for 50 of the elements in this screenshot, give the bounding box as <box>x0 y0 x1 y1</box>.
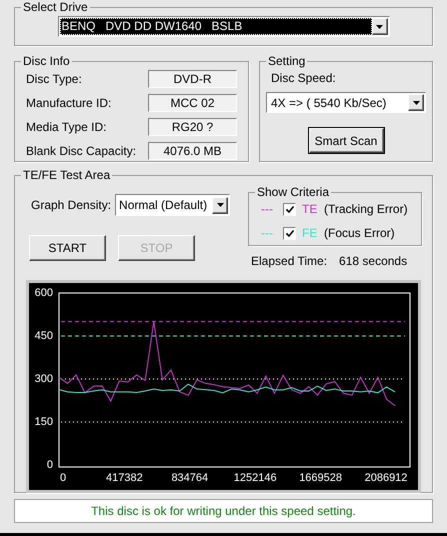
axis-label: 1252146 <box>234 472 277 484</box>
series-code: FE <box>302 225 318 242</box>
axis-label: 300 <box>34 373 53 385</box>
axis-label: 0 <box>60 472 66 484</box>
dropdown-arrow-button[interactable] <box>408 94 424 111</box>
group-title: Show Criteria <box>256 185 330 199</box>
value-field: RG20 ? <box>148 118 237 136</box>
speed-dropdown[interactable]: 4X => ( 5540 Kb/Sec) <box>266 92 426 113</box>
axis-label: 417382 <box>106 472 143 484</box>
density-label: Graph Density: <box>31 197 112 214</box>
caret-icon <box>216 203 224 207</box>
field-label: Blank Disc Capacity: <box>26 143 138 160</box>
speed-label: Disc Speed: <box>271 70 337 87</box>
elapsed-label: Elapsed Time: <box>251 253 328 270</box>
legend-dashes: --- <box>261 225 274 242</box>
checkbox[interactable] <box>283 226 296 240</box>
density-dropdown[interactable]: Normal (Default) <box>115 194 230 216</box>
axis-label: 600 <box>34 287 53 299</box>
value-field: DVD-R <box>148 70 237 88</box>
series-code: TE <box>302 201 318 218</box>
field-label: Disc Type: <box>26 71 83 88</box>
group-title: Setting <box>267 54 306 68</box>
action-button[interactable]: START <box>29 235 106 261</box>
elapsed-value: 618 seconds <box>339 253 408 270</box>
dropdown-arrow-button[interactable] <box>372 18 388 35</box>
axis-label: 834764 <box>171 472 208 484</box>
axis-label: 450 <box>34 330 53 342</box>
dropdown-arrow-button[interactable] <box>212 196 228 214</box>
check-icon <box>286 206 294 212</box>
group-title: Select Drive <box>22 0 89 14</box>
field-label: Manufacture ID: <box>26 95 112 112</box>
status-message: This disc is ok for writing under this speed setting. <box>14 499 433 523</box>
axis-label: 2086912 <box>364 472 408 484</box>
value-field: MCC 02 <box>148 94 237 112</box>
group-title: TE/FE Test Area <box>22 168 112 182</box>
caret-icon <box>412 100 420 104</box>
field-label: Media Type ID: <box>26 119 108 136</box>
checkbox[interactable] <box>283 202 296 216</box>
smart-scan-button[interactable]: Smart Scan <box>308 128 384 153</box>
drive-dropdown[interactable]: BENQ DVD DD DW1640 BSLB <box>58 16 390 37</box>
series-label: (Tracking Error) <box>324 201 408 218</box>
caret-icon <box>376 24 383 28</box>
value-field: 4076.0 MB <box>148 142 237 160</box>
axis-label: 1669528 <box>299 472 342 484</box>
legend-dashes: --- <box>261 201 274 218</box>
axis-label: 150 <box>34 416 53 428</box>
group-title: Disc Info <box>22 54 71 68</box>
series-label: (Focus Error) <box>324 225 395 242</box>
axis-label: 0 <box>46 459 53 471</box>
check-icon <box>286 230 294 236</box>
